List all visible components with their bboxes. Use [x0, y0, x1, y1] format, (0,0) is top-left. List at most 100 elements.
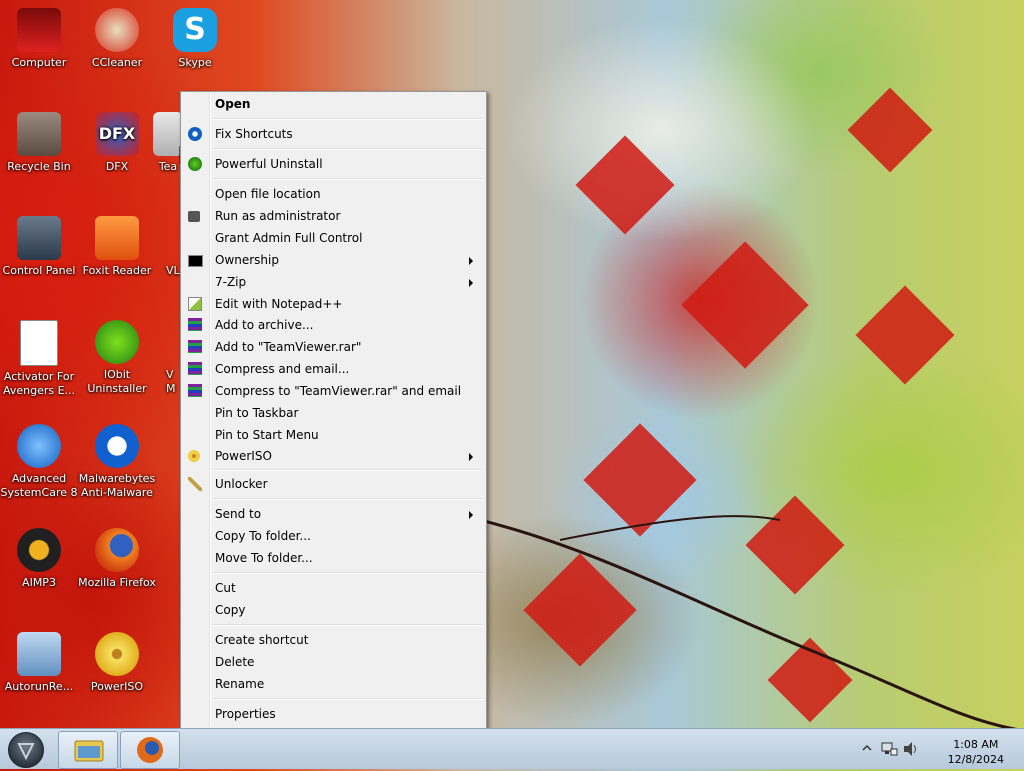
- menu-item-label: 7-Zip: [215, 275, 247, 289]
- menu-item-label: Compress to "TeamViewer.rar" and email: [215, 384, 462, 398]
- desktop-icon-advanced-systemcare[interactable]: Advanced SystemCare 8: [0, 424, 78, 500]
- desktop-icon-label: Advanced SystemCare 8: [0, 472, 78, 499]
- menu-item-unlocker[interactable]: Unlocker: [183, 473, 483, 495]
- menu-separator: [211, 178, 483, 180]
- menu-item-send-to[interactable]: Send to: [183, 503, 483, 525]
- ccleaner-icon: [95, 8, 139, 52]
- foxit-reader-icon: [95, 216, 139, 260]
- desktop-icon-label: AutorunRe...: [4, 680, 74, 693]
- desktop-icon-label: Foxit Reader: [82, 264, 152, 277]
- desktop-icon-label: Recycle Bin: [7, 160, 71, 173]
- computer-icon: [17, 8, 61, 52]
- winrar-icon: [188, 362, 202, 375]
- desktop-icon-activator[interactable]: Activator For Avengers E...: [0, 320, 78, 398]
- desktop-icon-control-panel[interactable]: Control Panel: [0, 216, 78, 278]
- menu-item-compress-to-rar-and-email[interactable]: Compress to "TeamViewer.rar" and email: [183, 380, 483, 402]
- firefox-icon: [137, 737, 163, 763]
- console-icon: [188, 255, 203, 267]
- taskbar-firefox[interactable]: [120, 731, 180, 769]
- desktop-icon-label: CCleaner: [91, 56, 143, 69]
- poweriso-icon: [95, 632, 139, 676]
- clock-date: 12/8/2024: [947, 753, 1004, 766]
- menu-item-label: Powerful Uninstall: [215, 157, 323, 171]
- menu-item-label: Pin to Start Menu: [215, 428, 319, 442]
- menu-item-add-to-teamviewer-rar[interactable]: Add to "TeamViewer.rar": [183, 336, 483, 358]
- menu-item-label: Delete: [215, 655, 255, 669]
- recycle-bin-icon: [17, 112, 61, 156]
- menu-item-copy[interactable]: Copy: [183, 599, 483, 621]
- network-icon[interactable]: [880, 740, 898, 758]
- desktop-icon-iobit-uninstaller[interactable]: IObit Uninstaller: [78, 320, 156, 396]
- menu-item-add-to-archive[interactable]: Add to archive...: [183, 314, 483, 336]
- desktop-icon-computer[interactable]: Computer: [0, 8, 78, 70]
- fix-shortcuts-icon: [188, 127, 202, 141]
- desktop-icon-dfx[interactable]: DFX DFX: [78, 112, 156, 174]
- menu-item-label: Properties: [215, 707, 276, 721]
- menu-item-delete[interactable]: Delete: [183, 651, 483, 673]
- desktop-icon-autorun[interactable]: AutorunRe...: [0, 632, 78, 694]
- desktop-icon-label: Activator For Avengers E...: [2, 370, 76, 397]
- menu-item-cut[interactable]: Cut: [183, 577, 483, 599]
- desktop-icon-label: Skype: [178, 56, 212, 69]
- menu-item-open-file-location[interactable]: Open file location: [183, 183, 483, 205]
- menu-item-label: Ownership: [215, 253, 279, 267]
- desktop-icon-label: Mozilla Firefox: [78, 576, 156, 589]
- desktop-icon-ccleaner[interactable]: CCleaner: [78, 8, 156, 70]
- desktop-icon-label: V M: [166, 368, 176, 395]
- unlocker-wand-icon: [188, 477, 202, 491]
- desktop-icon-skype[interactable]: S Skype: [156, 8, 234, 70]
- menu-item-rename[interactable]: Rename: [183, 673, 483, 695]
- menu-item-compress-and-email[interactable]: Compress and email...: [183, 358, 483, 380]
- malwarebytes-icon: [95, 424, 139, 468]
- menu-item-fix-shortcuts[interactable]: Fix Shortcuts: [183, 123, 483, 145]
- menu-item-open[interactable]: Open: [183, 93, 483, 115]
- submenu-arrow-icon: [469, 453, 473, 461]
- desktop-icon-firefox[interactable]: Mozilla Firefox: [78, 528, 156, 590]
- menu-item-label: Add to archive...: [215, 318, 314, 332]
- menu-item-edit-with-notepad[interactable]: Edit with Notepad++: [183, 293, 483, 315]
- menu-item-pin-to-taskbar[interactable]: Pin to Taskbar: [183, 402, 483, 424]
- clock-time: 1:08 AM: [953, 738, 999, 751]
- menu-item-pin-to-start-menu[interactable]: Pin to Start Menu: [183, 424, 483, 446]
- desktop-icon-label: VL: [166, 264, 180, 277]
- desktop-icon-aimp3[interactable]: AIMP3: [0, 528, 78, 590]
- volume-icon[interactable]: [902, 740, 920, 758]
- desktop-icon-label: IObit Uninstaller: [87, 368, 147, 395]
- menu-item-label: Open file location: [215, 187, 321, 201]
- taskbar-file-explorer[interactable]: [58, 731, 118, 769]
- start-button[interactable]: [8, 732, 44, 768]
- menu-item-label: Rename: [215, 677, 265, 691]
- menu-item-powerful-uninstall[interactable]: Powerful Uninstall: [183, 153, 483, 175]
- context-menu: Open Fix Shortcuts Powerful Uninstall Op…: [180, 91, 487, 729]
- menu-item-label: Fix Shortcuts: [215, 127, 293, 141]
- menu-item-properties[interactable]: Properties: [183, 703, 483, 725]
- desktop-icon-malwarebytes[interactable]: Malwarebytes Anti-Malware: [78, 424, 156, 500]
- menu-item-poweriso[interactable]: PowerISO: [183, 445, 483, 467]
- menu-item-label: Move To folder...: [215, 551, 313, 565]
- chevron-up-icon[interactable]: [862, 744, 872, 752]
- menu-item-label: Grant Admin Full Control: [215, 231, 363, 245]
- taskbar-clock[interactable]: 1:08 AM 12/8/2024: [948, 737, 1004, 767]
- menu-item-7zip[interactable]: 7-Zip: [183, 271, 483, 293]
- menu-item-label: Run as administrator: [215, 209, 341, 223]
- menu-separator: [211, 698, 483, 700]
- menu-item-ownership[interactable]: Ownership: [183, 249, 483, 271]
- menu-item-run-as-administrator[interactable]: Run as administrator: [183, 205, 483, 227]
- menu-item-create-shortcut[interactable]: Create shortcut: [183, 629, 483, 651]
- advanced-systemcare-icon: [17, 424, 61, 468]
- menu-item-move-to-folder[interactable]: Move To folder...: [183, 547, 483, 569]
- menu-item-grant-admin-full-control[interactable]: Grant Admin Full Control: [183, 227, 483, 249]
- desktop-icon-recycle-bin[interactable]: Recycle Bin: [0, 112, 78, 174]
- desktop-icon-vlc[interactable]: VL: [150, 216, 180, 278]
- menu-item-label: Copy To folder...: [215, 529, 311, 543]
- leaf-shape: [847, 87, 933, 173]
- aimp3-icon: [17, 528, 61, 572]
- menu-item-label: Cut: [215, 581, 236, 595]
- desktop-icon-partial[interactable]: V M: [160, 320, 180, 396]
- winrar-icon: [188, 318, 202, 331]
- winrar-icon: [188, 340, 202, 353]
- admin-shield-icon: [188, 211, 200, 222]
- desktop-icon-poweriso[interactable]: PowerISO: [78, 632, 156, 694]
- menu-item-copy-to-folder[interactable]: Copy To folder...: [183, 525, 483, 547]
- desktop-icon-foxit-reader[interactable]: Foxit Reader: [78, 216, 156, 278]
